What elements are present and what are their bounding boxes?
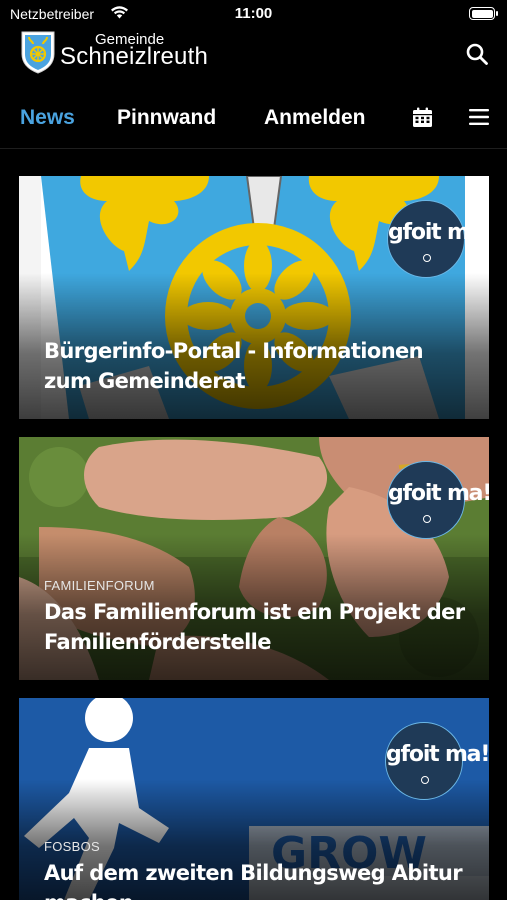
status-time: 11:00 bbox=[234, 5, 273, 22]
gfoit-ma-badge: gfoit ma! bbox=[387, 200, 489, 278]
news-card-fosbos[interactable]: GROW gfoit ma! FOSBOS Auf dem zweiten Bi… bbox=[19, 698, 489, 900]
status-bar: Netzbetreiber 11:00 bbox=[0, 0, 507, 28]
search-icon[interactable] bbox=[465, 42, 489, 66]
header-divider bbox=[0, 148, 507, 149]
battery-icon bbox=[469, 7, 498, 20]
card-category: FAMILIENFORUM bbox=[44, 578, 155, 593]
card-title[interactable]: Das Familienforum ist ein Projekt der Fa… bbox=[44, 597, 469, 657]
gfoit-ma-badge: gfoit ma! bbox=[387, 461, 489, 539]
tab-anmelden[interactable]: Anmelden bbox=[264, 106, 366, 130]
gfoit-ma-badge: gfoit ma! bbox=[385, 722, 489, 800]
brand-title: Schneizlreuth bbox=[60, 43, 209, 70]
badge-dot-icon bbox=[423, 515, 431, 523]
badge-dot-icon bbox=[421, 776, 429, 784]
badge-text: gfoit ma! bbox=[388, 481, 489, 506]
badge-text: gfoit ma! bbox=[388, 220, 489, 245]
card-title[interactable]: Auf dem zweiten Bildungsweg Abitur mache… bbox=[44, 858, 469, 900]
news-card-buergerinfo[interactable]: gfoit ma! Bürgerinfo-Portal - Informatio… bbox=[19, 176, 489, 419]
calendar-icon[interactable] bbox=[412, 107, 433, 128]
battery-level bbox=[471, 9, 493, 18]
card-category: FOSBOS bbox=[44, 839, 100, 854]
tab-bar: News Pinnwand Anmelden bbox=[0, 98, 507, 138]
tab-pinnwand[interactable]: Pinnwand bbox=[117, 106, 216, 130]
news-card-familienforum[interactable]: gfoit ma! FAMILIENFORUM Das Familienforu… bbox=[19, 437, 489, 680]
hamburger-menu-icon[interactable] bbox=[469, 108, 489, 126]
card-title[interactable]: Bürgerinfo-Portal - Informationen zum Ge… bbox=[44, 336, 469, 396]
coat-of-arms-icon[interactable] bbox=[20, 30, 56, 74]
app-header: Gemeinde Schneizlreuth bbox=[0, 28, 507, 84]
tab-news[interactable]: News bbox=[20, 106, 75, 130]
badge-text: gfoit ma! bbox=[386, 742, 489, 767]
badge-dot-icon bbox=[423, 254, 431, 262]
